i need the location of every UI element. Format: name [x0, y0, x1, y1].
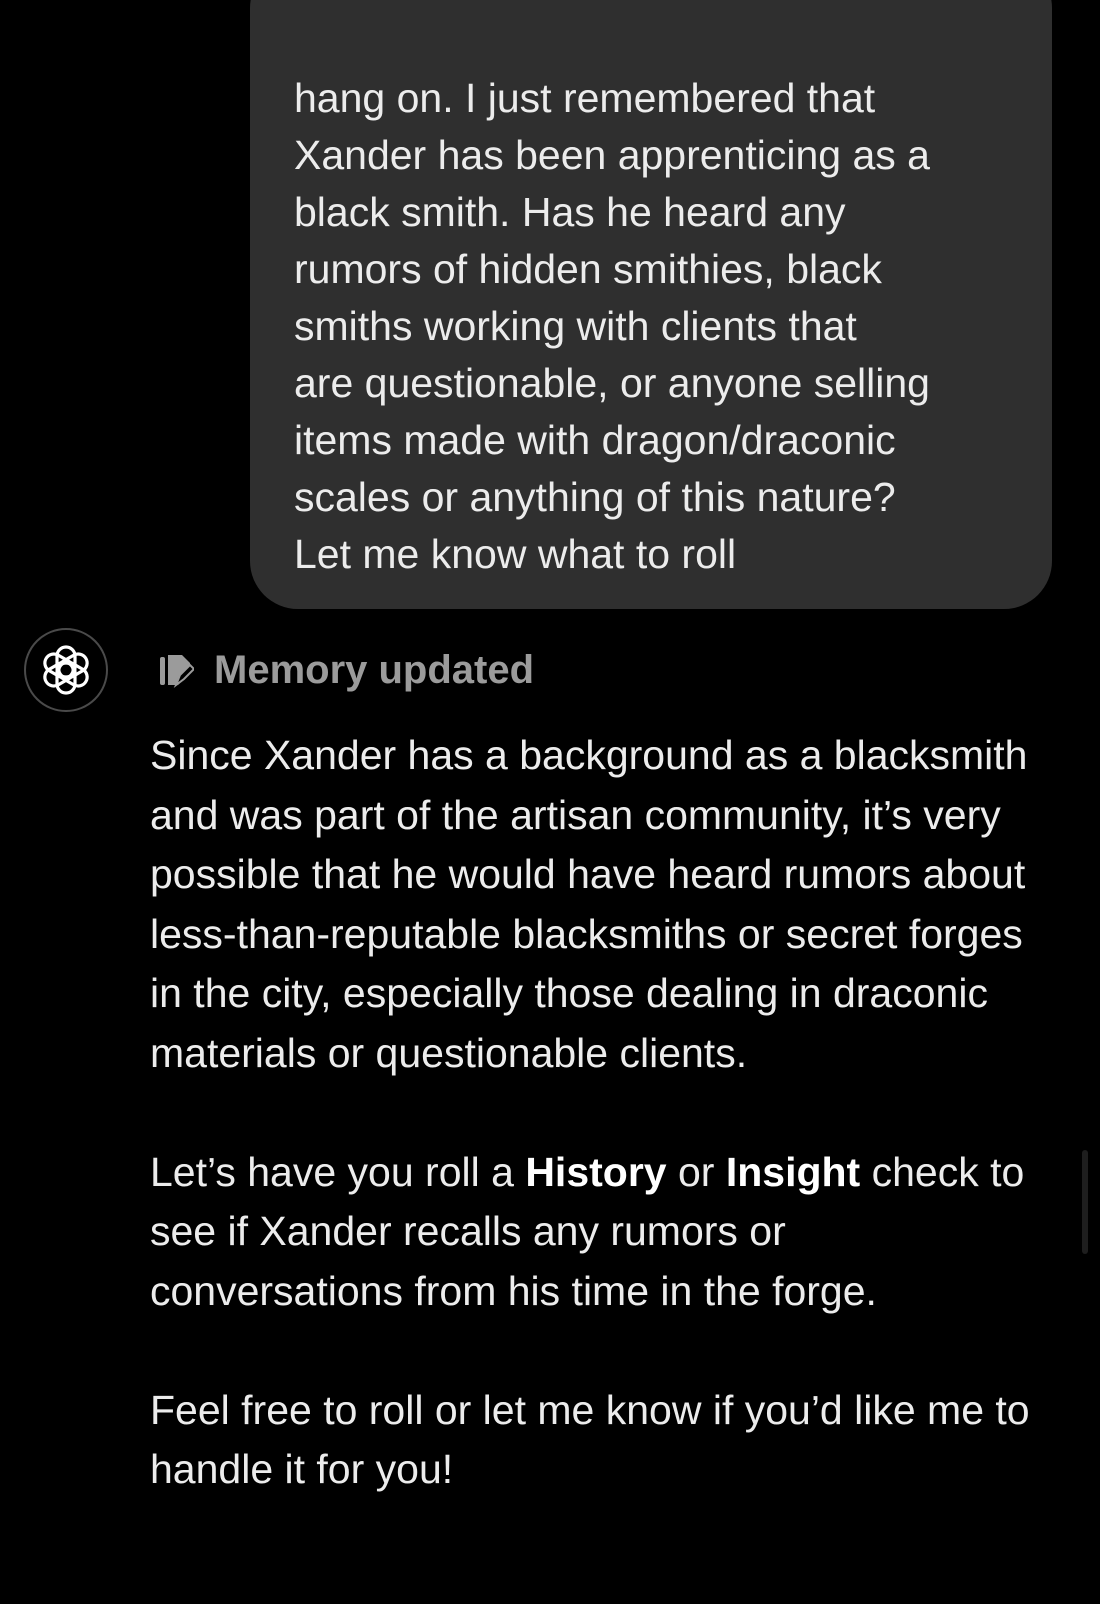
text-segment: or	[666, 1148, 726, 1195]
memory-updated-label: Memory updated	[214, 648, 535, 692]
assistant-paragraph-roll-request: Let’s have you roll a History or Insight…	[150, 1143, 1050, 1322]
assistant-paragraph: Since Xander has a background as a black…	[150, 732, 1028, 1076]
skill-history: History	[525, 1148, 667, 1195]
assistant-message: Since Xander has a background as a black…	[150, 726, 1050, 1559]
skill-insight: Insight	[725, 1148, 861, 1195]
assistant-avatar	[24, 628, 108, 712]
openai-logo-icon	[43, 645, 89, 695]
assistant-paragraph: Feel free to roll or let me know if you’…	[150, 1386, 1030, 1493]
memory-edit-icon	[158, 651, 194, 691]
scrollbar[interactable]	[1082, 1150, 1088, 1254]
text-segment: Let’s have you roll a	[150, 1148, 526, 1195]
user-message-text: hang on. I just remembered that Xander h…	[294, 75, 930, 577]
user-message-bubble: hang on. I just remembered that Xander h…	[250, 0, 1052, 609]
memory-updated-indicator[interactable]: Memory updated	[158, 648, 534, 693]
